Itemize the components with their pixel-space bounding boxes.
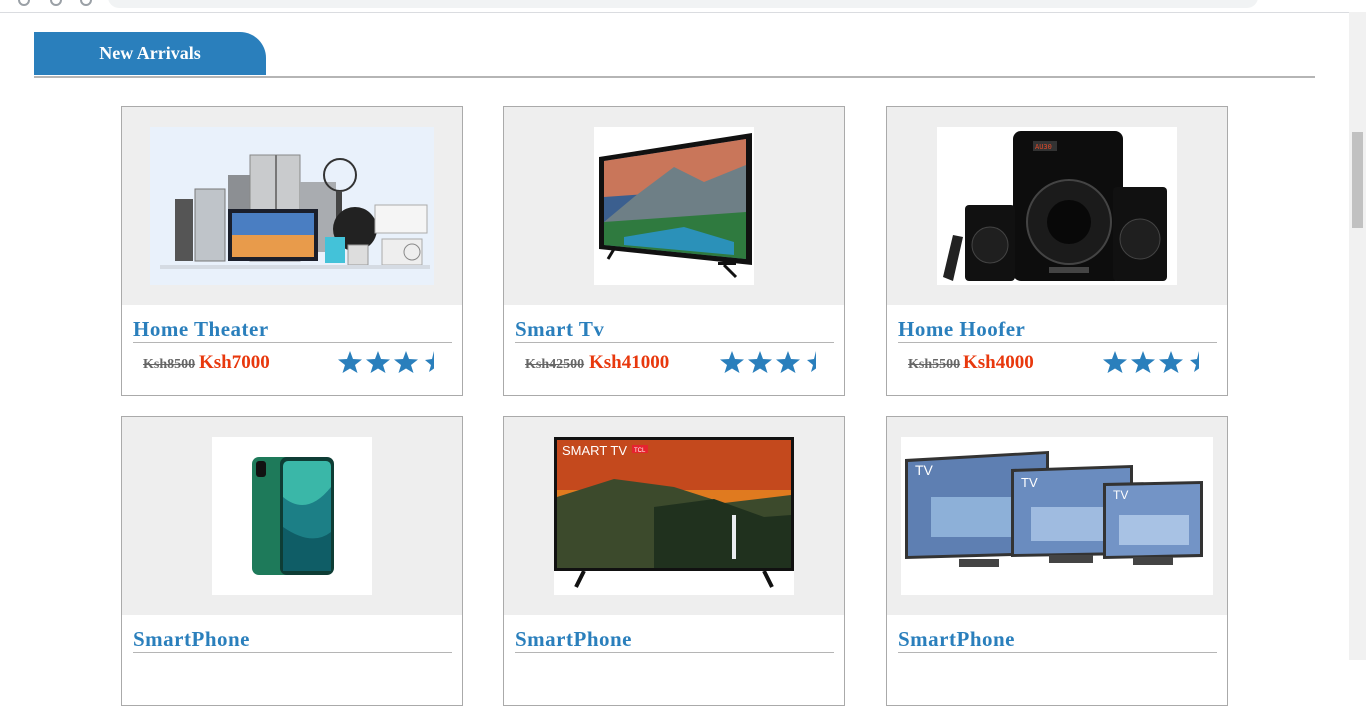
tv-label: TV <box>915 462 934 478</box>
star-icon <box>394 351 418 373</box>
new-price: Ksh7000 <box>199 352 270 373</box>
address-bar[interactable] <box>108 0 1258 8</box>
product-image-area <box>122 417 462 615</box>
tv-label: TV <box>1021 475 1038 490</box>
smart-tv-label: SMART TV <box>562 443 627 458</box>
page-scrollbar[interactable] <box>1349 12 1366 660</box>
rating-stars <box>720 351 828 373</box>
product-card[interactable]: SMART TV TCL SmartPhone <box>503 416 845 706</box>
tv-brand-badge: TCL <box>634 448 646 454</box>
tv-label: TV <box>1113 488 1128 502</box>
new-price: Ksh4000 <box>963 352 1034 373</box>
product-image-area: TV TV TV <box>887 417 1227 615</box>
tv-image[interactable]: SMART TV TCL <box>554 437 794 595</box>
star-icon <box>720 351 744 373</box>
tv-image[interactable] <box>594 127 754 285</box>
star-icon <box>776 351 800 373</box>
product-image-area <box>504 107 844 305</box>
product-title[interactable]: SmartPhone <box>515 624 834 653</box>
old-price: Ksh8500 <box>143 357 196 372</box>
phone-image[interactable] <box>212 437 372 595</box>
back-icon[interactable] <box>18 0 30 6</box>
half-star-icon <box>422 351 446 373</box>
product-card[interactable]: Smart Tv Ksh42500 Ksh41000 <box>503 106 845 396</box>
product-title[interactable]: Home Theater <box>133 314 452 343</box>
old-price: Ksh42500 <box>525 357 585 372</box>
product-card[interactable]: SmartPhone <box>121 416 463 706</box>
tv-set-image[interactable]: TV TV TV <box>901 437 1213 595</box>
forward-icon[interactable] <box>50 0 62 6</box>
star-icon <box>1131 351 1155 373</box>
product-title[interactable]: SmartPhone <box>133 624 452 653</box>
product-title[interactable]: SmartPhone <box>898 624 1217 653</box>
reload-icon[interactable] <box>80 0 92 6</box>
rating-stars <box>338 351 446 373</box>
old-price: Ksh5500 <box>908 357 961 372</box>
product-card[interactable]: Home Theater Ksh8500 Ksh7000 <box>121 106 463 396</box>
section-tab-new-arrivals[interactable]: New Arrivals <box>34 32 266 75</box>
product-card[interactable]: AU30 Home Hoofer Ksh5500 Ksh4000 <box>886 106 1228 396</box>
scrollbar-thumb[interactable] <box>1352 132 1363 228</box>
star-icon <box>1103 351 1127 373</box>
appliances-image[interactable] <box>150 127 434 285</box>
speaker-image[interactable]: AU30 <box>937 127 1177 285</box>
section-header: New Arrivals <box>34 32 1315 78</box>
product-title[interactable]: Home Hoofer <box>898 314 1217 343</box>
product-card[interactable]: TV TV TV SmartPhone <box>886 416 1228 706</box>
rating-stars <box>1103 351 1211 373</box>
half-star-icon <box>1187 351 1211 373</box>
star-icon <box>338 351 362 373</box>
product-image-area <box>122 107 462 305</box>
half-star-icon <box>804 351 828 373</box>
new-price: Ksh41000 <box>589 352 670 373</box>
product-image-area: AU30 <box>887 107 1227 305</box>
star-icon <box>748 351 772 373</box>
product-image-area: SMART TV TCL <box>504 417 844 615</box>
star-icon <box>366 351 390 373</box>
star-icon <box>1159 351 1183 373</box>
svg-text:AU30: AU30 <box>1035 143 1052 151</box>
product-title[interactable]: Smart Tv <box>515 314 834 343</box>
browser-chrome <box>0 0 1366 13</box>
